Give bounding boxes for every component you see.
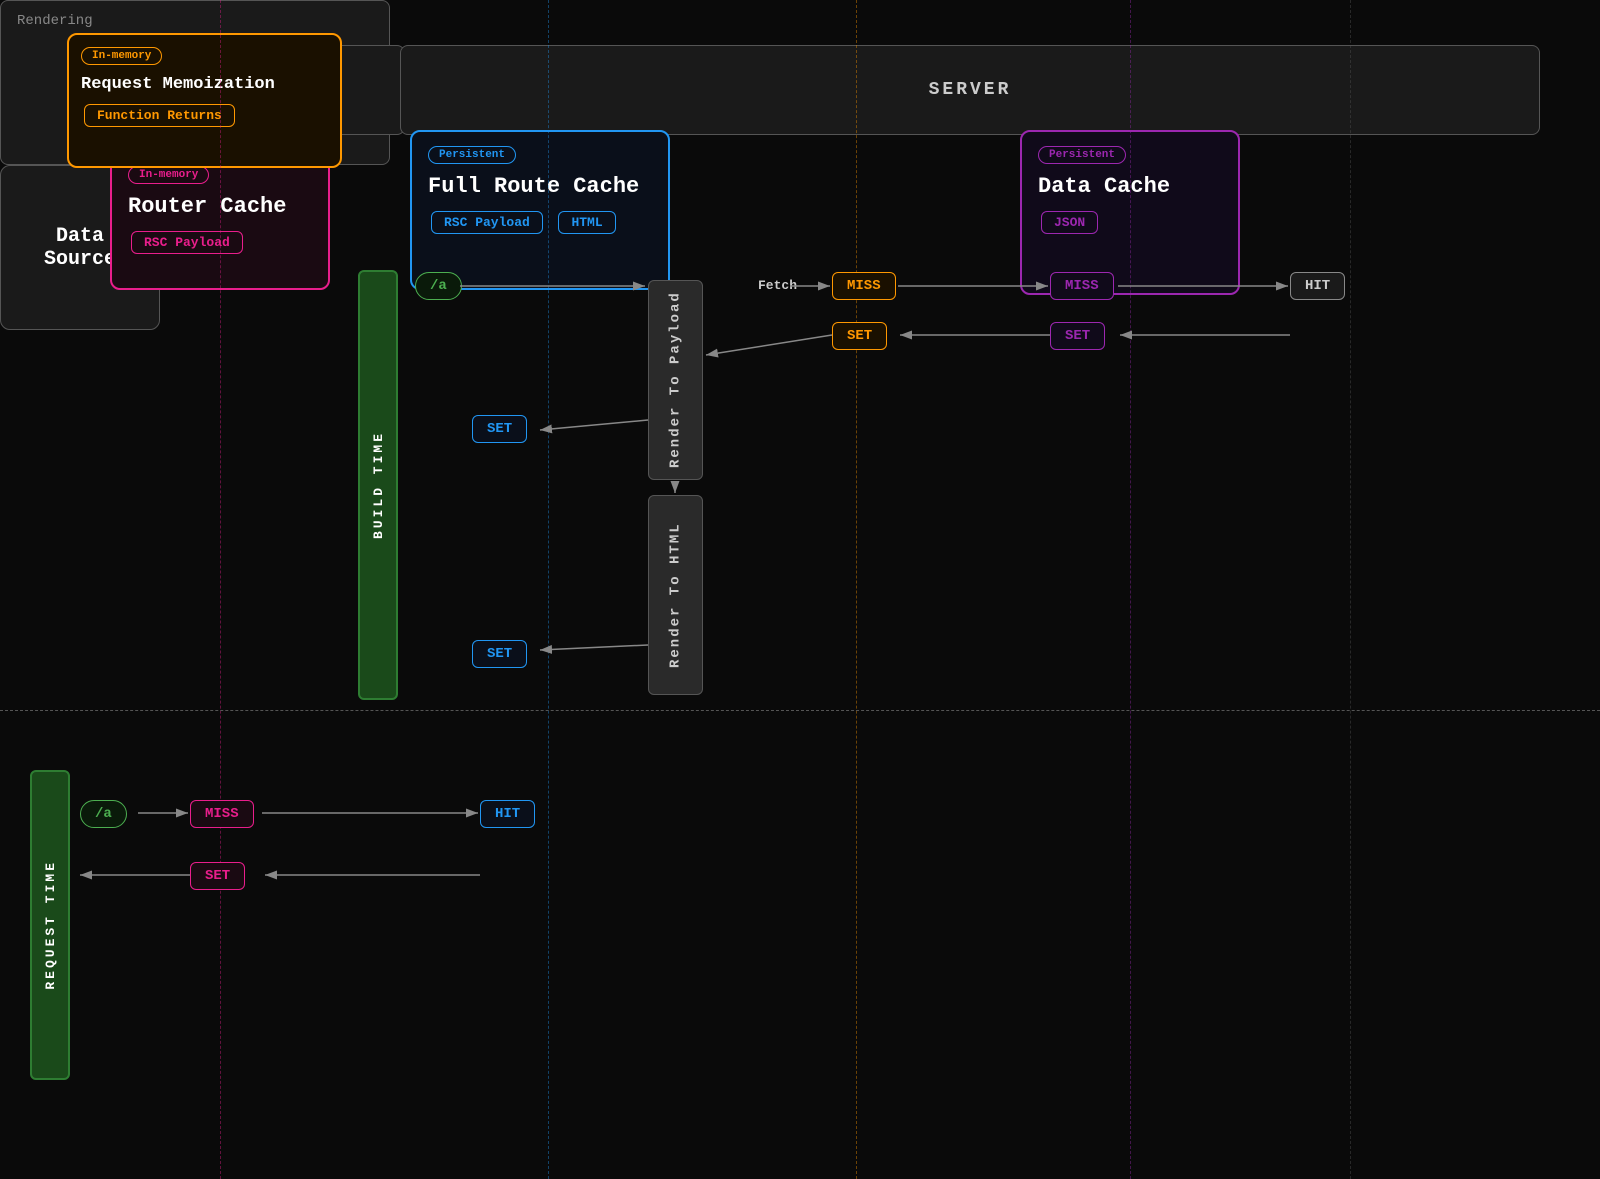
- full-route-html-tag: HTML: [558, 211, 615, 234]
- data-cache-json-tag: JSON: [1041, 211, 1098, 234]
- full-route-cache-title: Full Route Cache: [428, 174, 652, 199]
- request-memo-title: Request Memoization: [81, 75, 328, 94]
- miss-pink-request-label: MISS: [205, 806, 239, 822]
- set-purple-build: SET: [1050, 322, 1105, 350]
- set-blue-html: SET: [472, 640, 527, 668]
- data-cache-badge: Persistent: [1038, 146, 1126, 164]
- build-time-bar: BUILD TIME: [358, 270, 398, 700]
- hit-blue-request: HIT: [480, 800, 535, 828]
- miss-purple-build: MISS: [1050, 272, 1114, 300]
- render-to-payload-box: Render To Payload: [648, 280, 703, 480]
- server-section: SERVER: [400, 45, 1540, 135]
- set-blue-payload: SET: [472, 415, 527, 443]
- route-a-build-label: /a: [430, 278, 447, 294]
- router-cache-tag: RSC Payload: [131, 231, 243, 254]
- request-memo-tag: Function Returns: [84, 104, 235, 127]
- hit-blue-request-label: HIT: [495, 806, 520, 822]
- set-orange-build: SET: [832, 322, 887, 350]
- rendering-box: Rendering In-memory Request Memoization …: [0, 0, 390, 165]
- router-cache-badge: In-memory: [128, 166, 209, 184]
- miss-purple-build-label: MISS: [1065, 278, 1099, 294]
- set-purple-build-label: SET: [1065, 328, 1090, 344]
- request-memo-badge: In-memory: [81, 47, 162, 65]
- render-to-payload-label: Render To Payload: [668, 292, 684, 469]
- render-to-html-label: Render To HTML: [668, 522, 684, 668]
- dashed-line-blue: [548, 0, 549, 1179]
- diagram: CLIENT SERVER In-memory Router Cache RSC…: [0, 0, 1600, 1179]
- hit-gray-build: HIT: [1290, 272, 1345, 300]
- set-pink-request: SET: [190, 862, 245, 890]
- rendering-label: Rendering: [17, 13, 373, 29]
- request-time-label: REQUEST TIME: [43, 860, 58, 990]
- render-to-html-box: Render To HTML: [648, 495, 703, 695]
- dashed-line-pink: [220, 0, 221, 1179]
- route-a-build: /a: [415, 272, 462, 300]
- set-blue-payload-label: SET: [487, 421, 512, 437]
- set-blue-html-label: SET: [487, 646, 512, 662]
- request-time-bar: REQUEST TIME: [30, 770, 70, 1080]
- dashed-line-purple: [1130, 0, 1131, 1179]
- fetch-label: Fetch: [758, 278, 797, 293]
- horiz-separator: [0, 710, 1600, 711]
- set-pink-request-label: SET: [205, 868, 230, 884]
- request-memo-box: In-memory Request Memoization Function R…: [67, 33, 342, 168]
- miss-pink-request: MISS: [190, 800, 254, 828]
- route-a-request: /a: [80, 800, 127, 828]
- dashed-line-orange: [856, 0, 857, 1179]
- full-route-rsc-tag: RSC Payload: [431, 211, 543, 234]
- set-orange-build-label: SET: [847, 328, 872, 344]
- miss-orange-build-label: MISS: [847, 278, 881, 294]
- route-a-request-label: /a: [95, 806, 112, 822]
- server-label: SERVER: [929, 80, 1012, 100]
- miss-orange-build: MISS: [832, 272, 896, 300]
- dashed-line-gray: [1350, 0, 1351, 1179]
- hit-gray-build-label: HIT: [1305, 278, 1330, 294]
- full-route-cache-badge: Persistent: [428, 146, 516, 164]
- build-time-label: BUILD TIME: [371, 431, 386, 539]
- full-route-cache-box: Persistent Full Route Cache RSC Payload …: [410, 130, 670, 290]
